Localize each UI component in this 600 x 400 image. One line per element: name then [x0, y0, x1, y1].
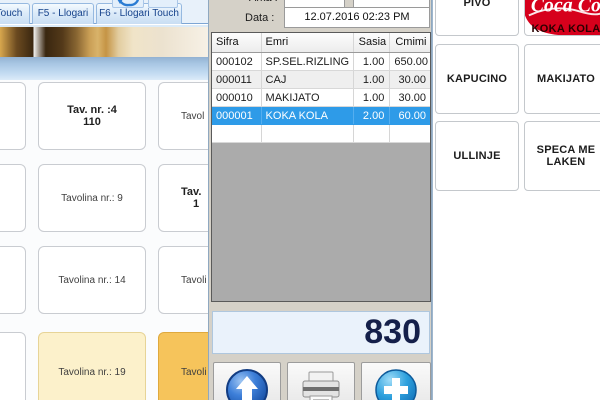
table-button-label: Tav. nr. :4 [67, 104, 117, 116]
total-display: 830 [212, 311, 430, 354]
table-button-number: 110 [83, 116, 101, 128]
column-header-cmimi[interactable]: Cmimi [390, 33, 430, 52]
table-row[interactable]: 000010 MAKIJATO 1.00 30.00 [212, 89, 430, 107]
tab-f5-llogari-label: F5 - Llogari [38, 8, 89, 19]
date-input[interactable]: 12.07.2016 02:23 PM [284, 7, 430, 28]
add-item-button[interactable] [361, 362, 431, 400]
table-button-label: Tav. [181, 186, 201, 198]
header-banner-image [0, 25, 208, 57]
table-button-number: 1 [181, 198, 199, 210]
product-label: LAKEN [547, 156, 586, 168]
tab-touch[interactable]: Touch [0, 3, 30, 24]
product-button-skopsko-pivo[interactable]: SKOPSKO PIVO [435, 0, 519, 36]
arka-label: Arka : [249, 0, 278, 4]
product-button-koka-kola[interactable]: Coca Cola KOKA KOLA [524, 0, 600, 36]
product-label: KAPUCINO [447, 73, 507, 85]
table-button-partial[interactable] [0, 246, 26, 314]
cell-sasia: 1.00 [354, 71, 391, 88]
header-blue-strip [0, 57, 208, 80]
table-button-tavolina-9[interactable]: Tavolina nr.: 9 [38, 164, 146, 232]
up-arrow-icon [225, 368, 269, 400]
receipt-panel: Arka : 1 Data : 12.07.2016 02:23 PM Sifr… [208, 0, 432, 400]
table-button-partial[interactable] [0, 82, 26, 150]
send-order-button[interactable] [213, 362, 281, 400]
cell-cmimi: 30.00 [390, 89, 430, 106]
table-row-selected[interactable]: 000001 KOKA KOLA 2.00 60.00 [212, 107, 430, 125]
pos-window: Touch F5 - Llogari F6 - Llogari Touch Ta… [0, 0, 600, 400]
table-row[interactable]: 000011 CAJ 1.00 30.00 [212, 71, 430, 89]
date-value: 12.07.2016 02:23 PM [304, 11, 409, 23]
cell-sasia [354, 125, 391, 142]
product-button-kapucino[interactable]: KAPUCINO [435, 44, 519, 114]
refresh-icon[interactable] [112, 0, 144, 8]
cell-cmimi: 650.00 [390, 53, 430, 70]
cell-emri: CAJ [262, 71, 354, 88]
table-button-label: Tavolina nr.: 19 [58, 367, 125, 378]
coca-cola-script: Coca Cola [531, 0, 600, 16]
cell-emri: KOKA KOLA [262, 107, 354, 124]
order-items-grid: Sifra Emri Sasia Cmimi 000102 SP.SEL.RIZ… [211, 32, 431, 302]
cell-emri [262, 125, 354, 142]
cell-emri: MAKIJATO [262, 89, 354, 106]
tables-grid: Tav. nr. :4 110 Tavol Tavolina nr.: 9 Ta… [0, 80, 208, 400]
product-button-speca-me-laken[interactable]: SPECA ME LAKEN [524, 121, 600, 191]
tab-touch-label: Touch [0, 8, 22, 19]
cell-sifra: 000001 [212, 107, 262, 124]
table-button-label: Tavolina nr.: 9 [61, 193, 123, 204]
column-header-sasia[interactable]: Sasia [354, 33, 391, 52]
cell-cmimi: 30.00 [390, 71, 430, 88]
table-row-empty[interactable] [212, 125, 430, 143]
table-button-tav-4[interactable]: Tav. nr. :4 110 [38, 82, 146, 150]
cell-cmimi [390, 125, 430, 142]
total-value: 830 [364, 313, 421, 352]
cell-sifra: 000011 [212, 71, 262, 88]
product-label: ULLINJE [453, 150, 500, 162]
tab-f5-llogari[interactable]: F5 - Llogari [32, 3, 94, 24]
cell-sasia: 1.00 [354, 53, 391, 70]
cell-cmimi: 60.00 [390, 107, 430, 124]
table-button-partial[interactable] [0, 332, 26, 400]
table-button-label: Tavolina nr.: 14 [58, 275, 125, 286]
date-label: Data : [245, 12, 274, 24]
cell-sifra: 000010 [212, 89, 262, 106]
grid-header-row: Sifra Emri Sasia Cmimi [212, 33, 430, 53]
product-label: SKOPSKO PIVO [436, 0, 518, 9]
cell-sasia: 1.00 [354, 89, 391, 106]
table-button-label: Tavol [181, 111, 204, 122]
product-label: SPECA ME [537, 144, 596, 156]
cell-sifra [212, 125, 262, 142]
column-header-emri[interactable]: Emri [262, 33, 354, 52]
cell-sasia: 2.00 [354, 107, 391, 124]
tab-f6-llogari-touch-label: F6 - Llogari Touch [99, 8, 179, 19]
product-button-ullinje[interactable]: ULLINJE [435, 121, 519, 191]
tab-strip: Touch F5 - Llogari F6 - Llogari Touch [0, 0, 208, 24]
cell-sifra: 000102 [212, 53, 262, 70]
product-label: KOKA KOLA [525, 23, 600, 35]
product-button-makijato[interactable]: MAKIJATO [524, 44, 600, 114]
table-row[interactable]: 000102 SP.SEL.RIZLING 1.00 650.00 [212, 53, 430, 71]
products-panel: SKOPSKO PIVO Coca Cola KOKA KOLA KAPUCIN… [432, 0, 600, 400]
table-button-tavolina-19[interactable]: Tavolina nr.: 19 [38, 332, 146, 400]
column-header-sifra[interactable]: Sifra [212, 33, 262, 52]
printer-icon [298, 368, 344, 400]
table-button-partial[interactable] [0, 164, 26, 232]
table-button-tavolina-14[interactable]: Tavolina nr.: 14 [38, 246, 146, 314]
arka-value: 1 [311, 0, 317, 3]
plus-icon [374, 368, 418, 400]
cell-emri: SP.SEL.RIZLING [262, 53, 354, 70]
product-label: MAKIJATO [537, 73, 595, 85]
table-button-label: Tavoli [181, 367, 207, 378]
table-button-label: Tavoli [181, 275, 207, 286]
print-button[interactable] [287, 362, 355, 400]
toolbar-fragment-button[interactable] [148, 0, 178, 8]
